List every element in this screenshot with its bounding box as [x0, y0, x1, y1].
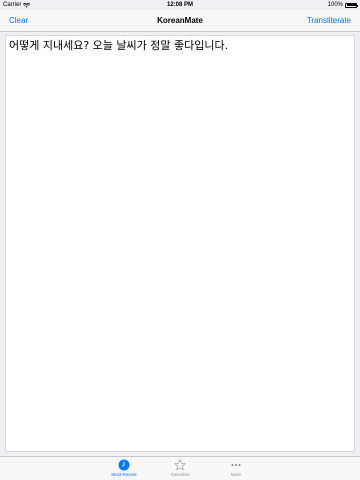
clock-icon	[118, 459, 130, 471]
battery-icon	[345, 2, 358, 8]
status-time: 12:08 PM	[166, 2, 193, 8]
tab-favorites-label: Favorites	[170, 472, 190, 477]
star-icon	[174, 459, 186, 471]
app-screen: Carrier 12:08 PM 100% Clear KoreanMate T…	[0, 0, 360, 480]
carrier-label: Carrier	[3, 2, 22, 8]
korean-text-editor[interactable]: 어떻게 지내세요? 오늘 날씨가 정말 좋다입니다.	[5, 35, 355, 452]
tab-more-label: More	[230, 472, 242, 477]
tab-favorites[interactable]: Favorites	[164, 457, 196, 480]
tab-most-recent-label: Most Recent	[111, 472, 137, 477]
status-bar: Carrier 12:08 PM 100%	[0, 0, 360, 10]
battery-percent: 100%	[327, 2, 343, 8]
status-right: 100%	[328, 2, 360, 8]
transliterate-button[interactable]: Transliterate	[307, 16, 351, 25]
tab-most-recent[interactable]: Most Recent	[108, 457, 140, 480]
status-left: Carrier	[0, 2, 31, 8]
wifi-icon	[23, 2, 31, 8]
content-area: 어떻게 지내세요? 오늘 날씨가 정말 좋다입니다.	[0, 32, 360, 458]
battery-fill	[346, 4, 356, 6]
more-icon	[230, 459, 242, 471]
navigation-bar: Clear KoreanMate Transliterate	[0, 10, 360, 32]
tab-more[interactable]: More	[220, 457, 252, 480]
tab-bar: Most Recent Favorites More	[0, 456, 360, 480]
